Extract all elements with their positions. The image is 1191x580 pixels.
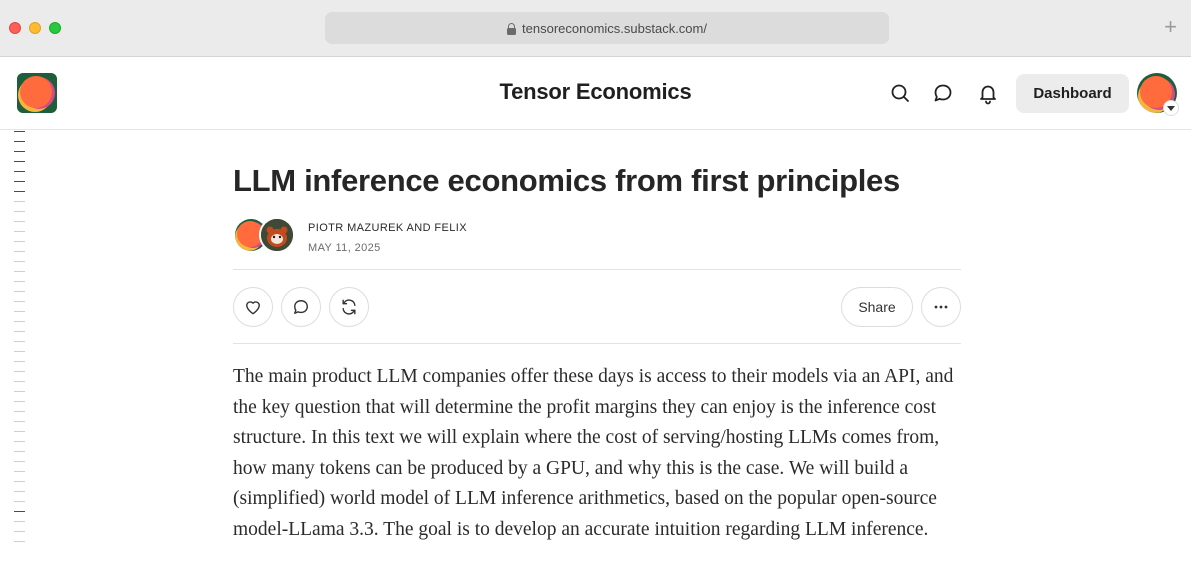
share-button[interactable]: Share xyxy=(841,287,913,327)
close-window-button[interactable] xyxy=(9,22,21,34)
article-body-paragraph: The main product LLM companies offer the… xyxy=(233,366,954,540)
more-options-button[interactable] xyxy=(921,287,961,327)
site-header: Tensor Economics Dashboard xyxy=(0,57,1191,130)
address-bar-url: tensoreconomics.substack.com/ xyxy=(522,20,707,36)
restack-button[interactable] xyxy=(329,287,369,327)
browser-chrome: tensoreconomics.substack.com/ + xyxy=(0,0,1191,57)
byline: PIOTR MAZUREK AND FELIX MAY 11, 2025 xyxy=(233,215,961,255)
new-tab-button[interactable]: + xyxy=(1164,14,1177,40)
maximize-window-button[interactable] xyxy=(49,22,61,34)
publish-date: MAY 11, 2025 xyxy=(308,242,381,254)
bell-icon[interactable] xyxy=(976,81,1000,105)
heart-icon xyxy=(246,301,260,315)
comment-button[interactable] xyxy=(281,287,321,327)
article-title: LLM inference economics from first princ… xyxy=(233,163,900,198)
search-icon[interactable] xyxy=(888,81,912,105)
chevron-down-icon[interactable] xyxy=(1163,100,1179,116)
comment-icon xyxy=(294,300,308,314)
author-avatar[interactable] xyxy=(259,217,295,253)
lock-icon xyxy=(507,22,517,35)
table-of-contents-rail[interactable] xyxy=(14,131,26,551)
author-names[interactable]: PIOTR MAZUREK AND FELIX xyxy=(308,222,467,234)
chat-icon[interactable] xyxy=(931,81,955,105)
post-actions: Share xyxy=(233,270,961,343)
minimize-window-button[interactable] xyxy=(29,22,41,34)
publication-logo[interactable] xyxy=(17,73,57,113)
address-bar[interactable]: tensoreconomics.substack.com/ xyxy=(325,12,889,44)
dashboard-button[interactable]: Dashboard xyxy=(1016,74,1129,113)
restack-icon xyxy=(342,299,356,315)
divider xyxy=(233,343,961,344)
like-button[interactable] xyxy=(233,287,273,327)
article: LLM inference economics from first princ… xyxy=(233,130,961,545)
site-title[interactable]: Tensor Economics xyxy=(500,79,692,104)
more-horizontal-icon xyxy=(934,305,948,309)
